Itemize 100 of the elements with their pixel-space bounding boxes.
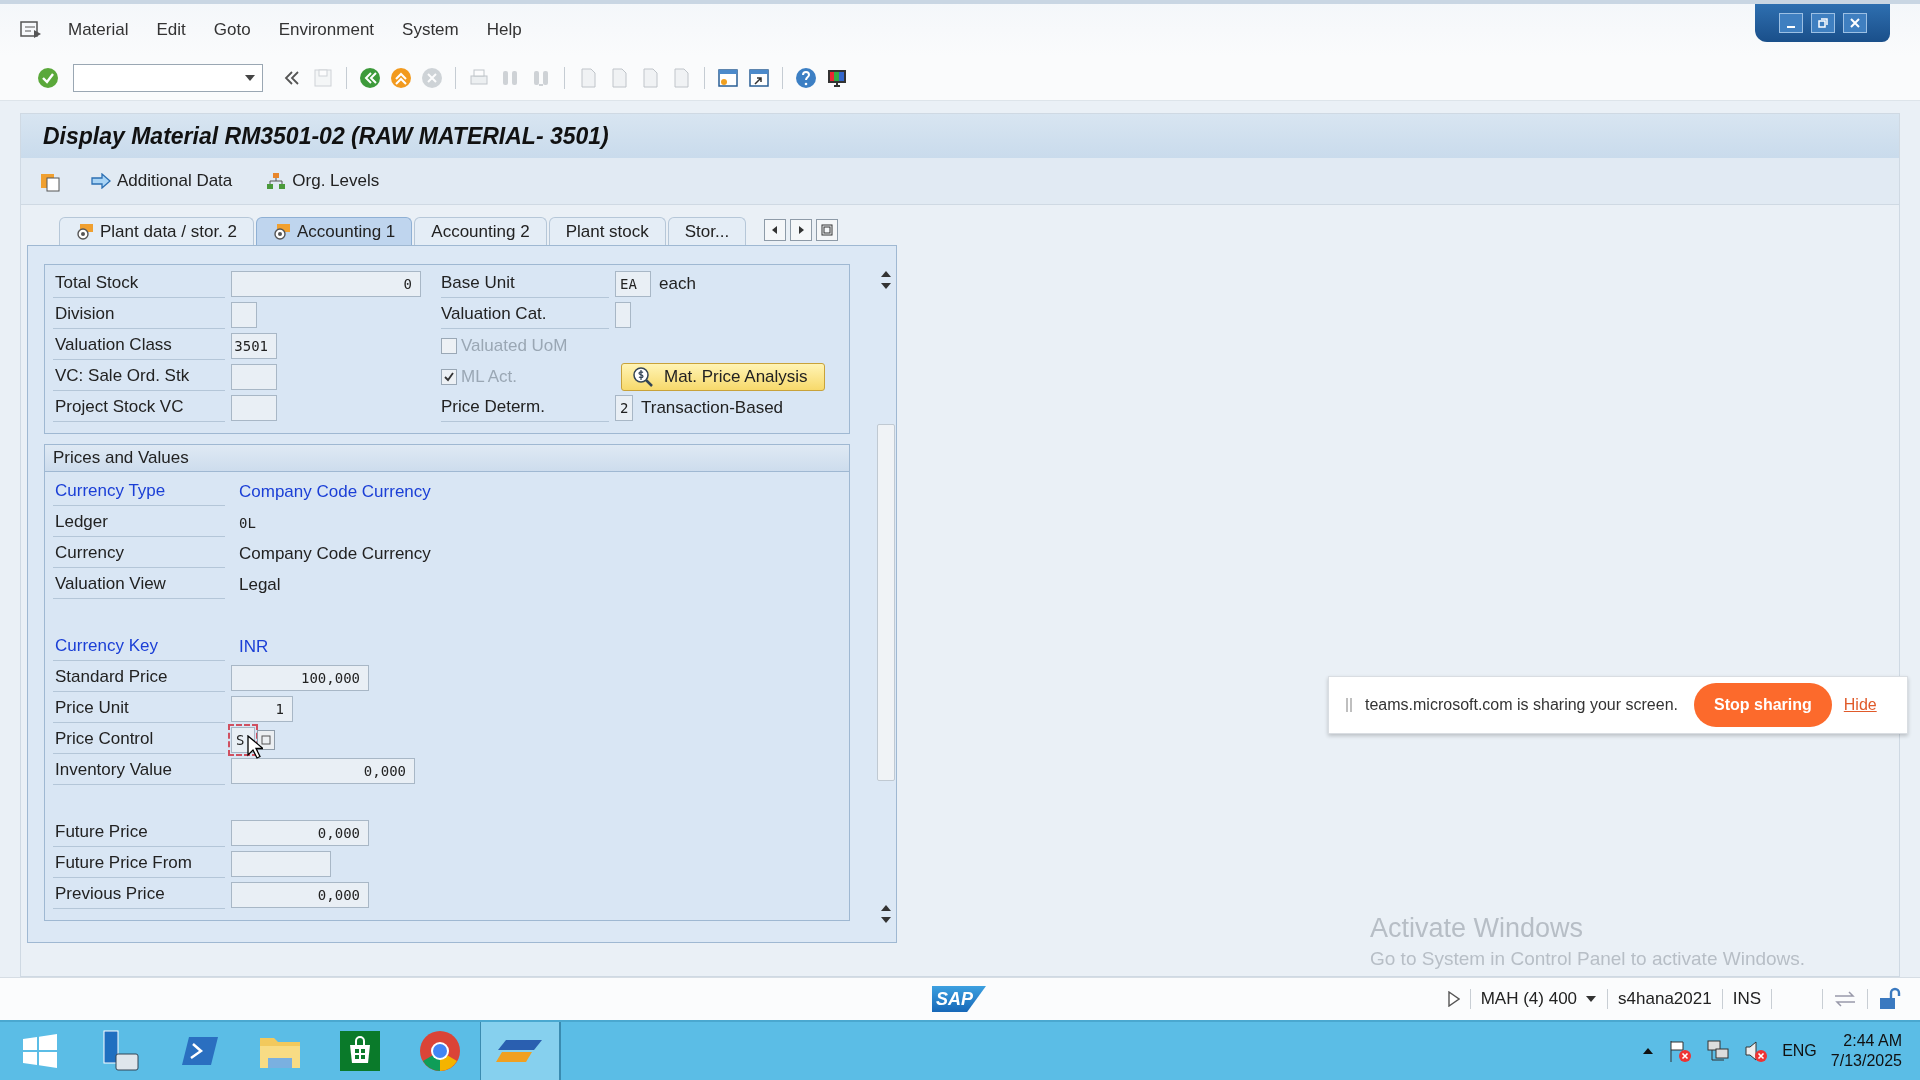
field-label: Total Stock	[53, 269, 225, 298]
menu-icon[interactable]	[20, 21, 42, 39]
square-icon	[821, 224, 834, 236]
powershell-icon[interactable]	[181, 1036, 219, 1066]
network-icon[interactable]	[1706, 1039, 1731, 1063]
close-button[interactable]	[1842, 13, 1867, 33]
field-label: Valuation View	[53, 570, 225, 599]
field-label: Valuation Cat.	[441, 300, 609, 329]
field-label: Currency	[53, 539, 225, 568]
menu-item[interactable]: Environment	[264, 16, 389, 44]
browser-icon[interactable]	[419, 1030, 461, 1072]
scroll-left-button[interactable]	[764, 219, 787, 241]
caret-up-icon[interactable]	[1642, 1047, 1655, 1055]
language-indicator[interactable]: ENG	[1782, 1042, 1817, 1060]
command-field[interactable]	[73, 64, 263, 92]
drag-handle-icon[interactable]	[1345, 697, 1353, 713]
target-icon	[273, 223, 292, 240]
banner-text: teams.microsoft.com is sharing your screen.	[1365, 696, 1678, 714]
right-arrow-icon	[797, 225, 806, 235]
field-label: Future Price From	[53, 849, 225, 878]
toolbar-button[interactable]: Org. Levels	[262, 169, 384, 193]
transfer-icon[interactable]	[1833, 991, 1857, 1007]
field-label: Previous Price	[53, 880, 225, 909]
clock-date[interactable]: 7/13/2025	[1830, 1051, 1902, 1071]
status-item[interactable]: s4hana2021	[1618, 989, 1712, 1009]
left-arrow-icon	[771, 225, 780, 235]
field-label: Price Control	[53, 725, 225, 754]
store-icon[interactable]	[340, 1031, 380, 1071]
input-field[interactable]	[231, 394, 277, 421]
speaker-muted-icon[interactable]	[1744, 1039, 1769, 1063]
caret-icon	[1585, 995, 1598, 1003]
input-field[interactable]: 100,000	[231, 664, 369, 691]
dollar-search-icon	[632, 365, 654, 388]
tab[interactable]: Plant data / stor. 2	[59, 217, 255, 245]
exit-icon[interactable]	[389, 66, 413, 90]
input-field[interactable]: EA	[615, 270, 651, 297]
menu-item[interactable]: Help	[472, 16, 536, 44]
field-label: Inventory Value	[53, 756, 225, 785]
input-field[interactable]: 1	[231, 695, 293, 722]
toolbar-button[interactable]: Additional Data	[87, 169, 237, 193]
input-field[interactable]: 0,000	[231, 757, 415, 784]
target-icon	[76, 223, 94, 240]
close-icon	[1848, 17, 1861, 29]
help-icon[interactable]	[794, 66, 818, 90]
input-field[interactable]	[615, 301, 631, 328]
hide-link[interactable]: Hide	[1843, 696, 1877, 714]
field-label: VC: Sale Ord. Stk	[53, 362, 225, 391]
status-item[interactable]: MAH (4) 400	[1480, 989, 1598, 1009]
status-item[interactable]: INS	[1732, 989, 1761, 1009]
restore-icon	[1816, 17, 1829, 29]
field-label: Price Determ.	[441, 393, 609, 422]
input-field[interactable]	[231, 363, 277, 390]
field-description: each	[659, 273, 696, 294]
caret-icon	[244, 74, 256, 82]
field-label: Future Price	[53, 818, 225, 847]
clock-time[interactable]: 2:44 AM	[1843, 1031, 1902, 1051]
tab[interactable]: Stor...	[667, 217, 747, 245]
unlocked-icon[interactable]	[1878, 987, 1902, 1011]
restore-button[interactable]	[1810, 13, 1835, 33]
field-label: Base Unit	[441, 269, 609, 298]
field-label: Price Unit	[53, 694, 225, 723]
field-value: INR	[239, 636, 269, 657]
menu-item[interactable]: Material	[54, 16, 143, 44]
minimize-icon	[1786, 26, 1795, 28]
field-value: Company Code Currency	[239, 543, 431, 564]
field-label: Currency Type	[53, 477, 225, 506]
checkbox-label: ML Act.	[461, 366, 518, 387]
minimize-button[interactable]	[1778, 13, 1803, 33]
back-icon[interactable]	[358, 66, 382, 90]
logo: SAP	[932, 986, 986, 1012]
flag-error-icon[interactable]	[1668, 1039, 1693, 1063]
input-field[interactable]	[231, 301, 257, 328]
menu-item[interactable]: Edit	[142, 16, 200, 44]
enter-icon[interactable]	[36, 66, 60, 90]
value-help-button[interactable]	[257, 729, 275, 750]
scroll-up-icon[interactable]	[880, 904, 892, 912]
shortcut-icon[interactable]	[747, 66, 771, 90]
input-field[interactable]: 0,000	[231, 881, 369, 908]
tab[interactable]: Accounting 2	[414, 217, 547, 245]
scroll-right-button[interactable]	[790, 219, 813, 241]
field-label: Project Stock VC	[53, 393, 225, 422]
new-window-icon[interactable]	[716, 66, 740, 90]
input-field[interactable]: 0,000	[231, 819, 369, 846]
scroll-down-icon[interactable]	[880, 282, 892, 290]
input-field[interactable]: 0	[231, 270, 421, 297]
mouse-cursor-icon	[247, 734, 263, 759]
menu-item[interactable]: Goto	[199, 16, 265, 44]
tab[interactable]: Accounting 1	[256, 217, 413, 245]
scrollbar-thumb[interactable]	[877, 424, 895, 781]
menu-item[interactable]: System	[388, 16, 473, 44]
scroll-down-icon[interactable]	[880, 916, 892, 924]
scroll-up-icon[interactable]	[880, 270, 892, 278]
input-field[interactable]	[231, 850, 331, 877]
field-value: 0L	[239, 514, 256, 531]
tab[interactable]: Plant stock	[548, 217, 666, 245]
field-label: Currency Key	[53, 632, 225, 661]
play-icon[interactable]	[1447, 991, 1460, 1007]
input-field[interactable]: 3501	[231, 332, 277, 359]
windows-start-icon[interactable]	[22, 1033, 58, 1069]
input-field[interactable]: 2	[615, 394, 633, 421]
